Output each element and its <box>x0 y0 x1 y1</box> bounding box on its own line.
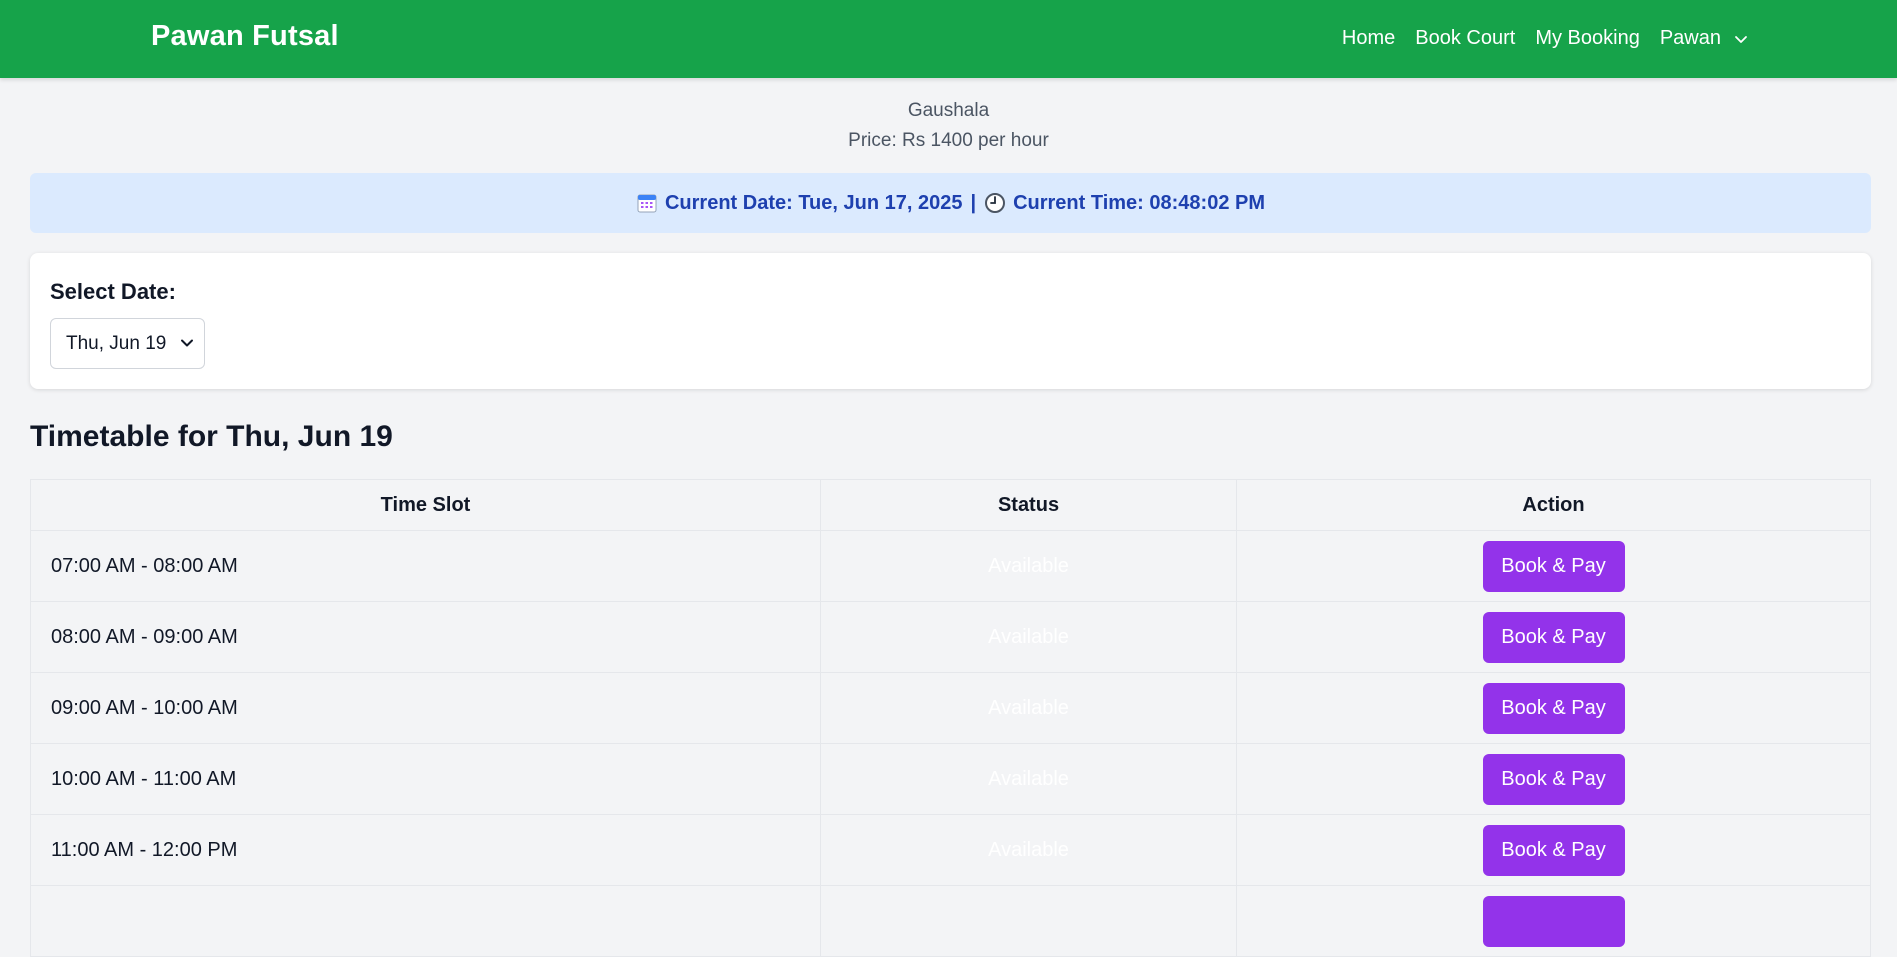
venue-location: Gaushala <box>907 100 990 121</box>
current-date: Current Date: Tue, Jun 17, 2025 <box>664 191 963 214</box>
time-slot-cell: 08:00 AM - 09:00 AM <box>30 601 821 673</box>
time-slot-cell: 11:00 AM - 12:00 PM <box>30 814 821 886</box>
date-dropdown[interactable]: Thu, Jun 19 <box>50 318 205 369</box>
nav-my-booking[interactable]: My Booking <box>1535 27 1640 50</box>
date-dropdown-value: Thu, Jun 19 <box>66 332 167 354</box>
calendar-icon <box>637 194 657 213</box>
current-time: Current Time: 08:48:02 PM <box>1013 191 1266 214</box>
header-action: Action <box>1236 479 1871 531</box>
venue-info: Gaushala Price: Rs 1400 per hour <box>0 96 1897 156</box>
timetable: Time Slot Status Action 07:00 AM - 08:00… <box>30 479 1871 957</box>
book-and-pay-button[interactable]: Book & Pay <box>1482 682 1625 734</box>
table-row <box>30 885 1871 957</box>
book-and-pay-button[interactable]: Book & Pay <box>1482 753 1625 805</box>
nav-home[interactable]: Home <box>1342 27 1395 50</box>
table-row: 10:00 AM - 11:00 AM Available Book & Pay <box>30 743 1871 815</box>
action-cell: Book & Pay <box>1236 672 1871 744</box>
select-date-label: Select Date: <box>50 279 176 304</box>
header-time-slot: Time Slot <box>30 479 821 531</box>
status-badge: Available <box>820 601 1237 673</box>
time-slot-cell: 07:00 AM - 08:00 AM <box>30 530 821 602</box>
date-select-card: Select Date: Thu, Jun 19 <box>30 253 1871 389</box>
table-row: 11:00 AM - 12:00 PM Available Book & Pay <box>30 814 1871 886</box>
action-cell: Book & Pay <box>1236 743 1871 815</box>
time-slot-cell <box>30 885 821 957</box>
chevron-down-icon <box>1735 35 1747 43</box>
brand-logo[interactable]: Pawan Futsal <box>151 20 339 53</box>
time-slot-cell: 10:00 AM - 11:00 AM <box>30 743 821 815</box>
book-and-pay-button[interactable] <box>1482 896 1625 947</box>
table-row: 09:00 AM - 10:00 AM Available Book & Pay <box>30 672 1871 744</box>
user-menu[interactable]: Pawan <box>1660 27 1751 50</box>
action-cell <box>1236 885 1871 957</box>
status-badge: Available <box>820 814 1237 886</box>
datetime-separator: | <box>970 191 977 214</box>
chevron-down-icon <box>181 339 193 347</box>
clock-icon <box>985 193 1006 213</box>
action-cell: Book & Pay <box>1236 530 1871 602</box>
book-and-pay-button[interactable]: Book & Pay <box>1482 611 1625 663</box>
timetable-title: Timetable for Thu, Jun 19 <box>30 420 393 453</box>
status-badge: Available <box>820 743 1237 815</box>
book-and-pay-button[interactable]: Book & Pay <box>1482 540 1625 592</box>
action-cell: Book & Pay <box>1236 601 1871 673</box>
user-name: Pawan <box>1659 27 1721 49</box>
status-badge: Available <box>820 530 1237 602</box>
table-header-row: Time Slot Status Action <box>30 479 1871 531</box>
top-navbar: Pawan Futsal Home Book Court My Booking … <box>0 0 1897 78</box>
time-slot-cell: 09:00 AM - 10:00 AM <box>30 672 821 744</box>
table-row: 08:00 AM - 09:00 AM Available Book & Pay <box>30 601 1871 673</box>
book-and-pay-button[interactable]: Book & Pay <box>1482 824 1625 876</box>
action-cell: Book & Pay <box>1236 814 1871 886</box>
nav-book-court[interactable]: Book Court <box>1415 27 1515 50</box>
main-nav: Home Book Court My Booking Pawan <box>1322 27 1751 50</box>
table-row: 07:00 AM - 08:00 AM Available Book & Pay <box>30 530 1871 602</box>
status-badge: Available <box>820 672 1237 744</box>
status-badge <box>820 885 1237 957</box>
venue-price: Price: Rs 1400 per hour <box>848 130 1049 151</box>
header-status: Status <box>820 479 1237 531</box>
current-datetime-banner: Current Date: Tue, Jun 17, 2025 | Curren… <box>30 173 1871 233</box>
